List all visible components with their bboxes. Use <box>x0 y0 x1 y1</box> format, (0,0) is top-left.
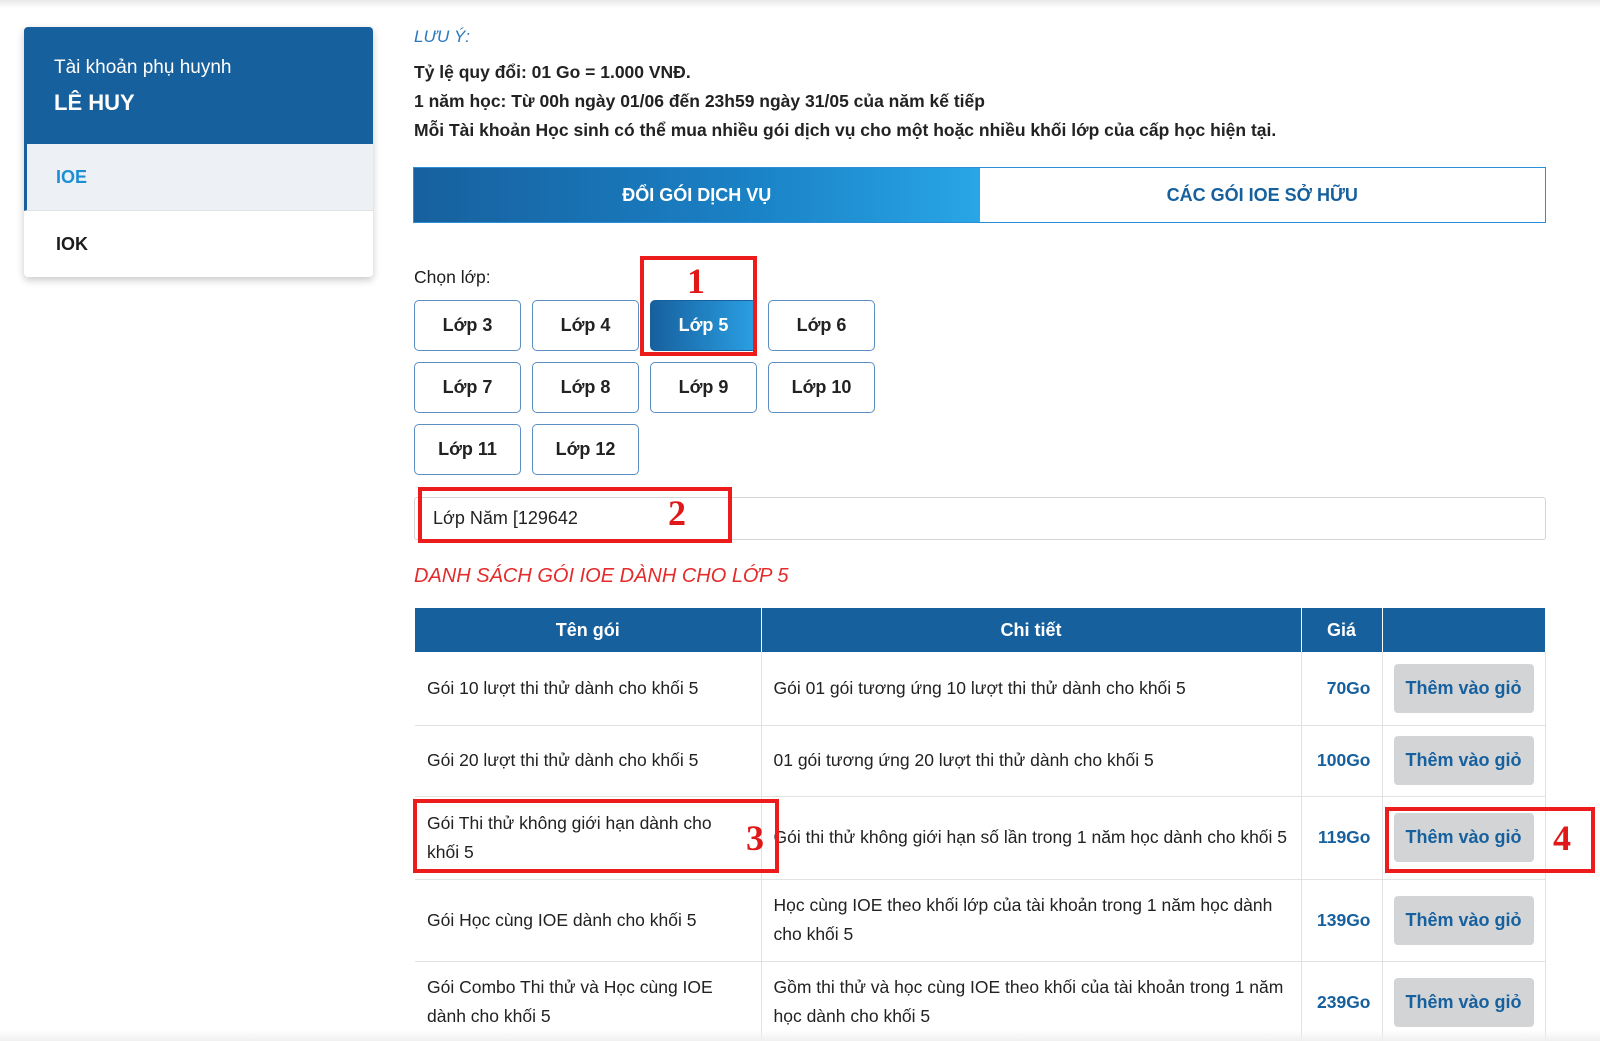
package-name: Gói 10 lượt thi thử dành cho khối 5 <box>415 652 762 726</box>
note-school-year: 1 năm học: Từ 00h ngày 01/06 đến 23h59 n… <box>414 91 985 111</box>
service-tabs: ĐỔI GÓI DỊCH VỤ CÁC GÓI IOE SỞ HỮU <box>413 167 1546 223</box>
grade-button-3[interactable]: Lớp 3 <box>414 300 521 351</box>
bottom-fade <box>0 1030 1600 1041</box>
header-price: Giá <box>1301 608 1383 652</box>
grade-button-9[interactable]: Lớp 9 <box>650 362 757 413</box>
account-type-label: Tài khoản phụ huynh <box>54 57 232 78</box>
annotation-box-3 <box>413 799 779 873</box>
add-to-cart-button[interactable]: Thêm vào giỏ <box>1393 663 1534 713</box>
package-name: Gói Combo Thi thử và Học cùng IOE dành c… <box>415 961 762 1041</box>
header-action <box>1382 608 1546 652</box>
package-detail: Gói 01 gói tương ứng 10 lượt thi thử dàn… <box>761 652 1302 726</box>
grade-button-10[interactable]: Lớp 10 <box>768 362 875 413</box>
package-action-cell: Thêm vào giỏ <box>1382 879 1546 962</box>
tab-owned-packages[interactable]: CÁC GÓI IOE SỞ HỮU <box>979 168 1545 222</box>
tab-change-service[interactable]: ĐỔI GÓI DỊCH VỤ <box>414 168 980 222</box>
table-row: Gói 10 lượt thi thử dành cho khối 5 Gói … <box>415 652 1546 726</box>
package-price: 239Go <box>1301 961 1383 1041</box>
package-name: Gói 20 lượt thi thử dành cho khối 5 <box>415 725 762 797</box>
package-name: Gói Học cùng IOE dành cho khối 5 <box>415 879 762 962</box>
table-row: Gói 20 lượt thi thử dành cho khối 5 01 g… <box>415 725 1546 797</box>
package-price: 119Go <box>1301 796 1383 880</box>
account-header: Tài khoản phụ huynh LÊ HUY <box>24 27 373 144</box>
grade-button-12[interactable]: Lớp 12 <box>532 424 639 475</box>
package-detail: Học cùng IOE theo khối lớp của tài khoản… <box>761 879 1302 962</box>
sidebar-item-ioe[interactable]: IOE <box>24 144 373 211</box>
annotation-number-1: 1 <box>687 261 705 301</box>
sidebar-item-iok[interactable]: IOK <box>24 211 373 277</box>
package-action-cell: Thêm vào giỏ <box>1382 961 1546 1041</box>
grade-button-7[interactable]: Lớp 7 <box>414 362 521 413</box>
package-detail: Gồm thi thử và học cùng IOE theo khối củ… <box>761 961 1302 1041</box>
annotation-number-3: 3 <box>746 818 764 858</box>
grade-button-11[interactable]: Lớp 11 <box>414 424 521 475</box>
add-to-cart-button[interactable]: Thêm vào giỏ <box>1393 736 1534 785</box>
grade-button-6[interactable]: Lớp 6 <box>768 300 875 351</box>
package-detail: 01 gói tương ứng 20 lượt thi thử dành ch… <box>761 725 1302 797</box>
account-name: LÊ HUY <box>54 90 135 115</box>
annotation-number-4: 4 <box>1553 818 1571 858</box>
add-to-cart-button[interactable]: Thêm vào giỏ <box>1393 977 1534 1027</box>
grade-button-4[interactable]: Lớp 4 <box>532 300 639 351</box>
grade-button-8[interactable]: Lớp 8 <box>532 362 639 413</box>
package-price: 139Go <box>1301 879 1383 962</box>
package-price: 100Go <box>1301 725 1383 797</box>
note-exchange-rate: Tỷ lệ quy đổi: 01 Go = 1.000 VNĐ. <box>414 62 691 82</box>
header-package-name: Tên gói <box>415 608 762 652</box>
package-action-cell: Thêm vào giỏ <box>1382 725 1546 797</box>
package-list-title: DANH SÁCH GÓI IOE DÀNH CHO LỚP 5 <box>414 565 789 587</box>
add-to-cart-button[interactable]: Thêm vào giỏ <box>1393 895 1534 945</box>
package-action-cell: Thêm vào giỏ <box>1382 652 1546 726</box>
package-detail: Gói thi thử không giới hạn số lần trong … <box>761 796 1302 880</box>
top-shadow <box>0 0 1600 8</box>
notes-title: LƯU Ý: <box>414 27 471 46</box>
table-header-row: Tên gói Chi tiết Giá <box>415 608 1546 652</box>
table-row: Gói Combo Thi thử và Học cùng IOE dành c… <box>415 961 1546 1041</box>
annotation-number-2: 2 <box>668 493 686 533</box>
package-price: 70Go <box>1301 652 1383 726</box>
table-row: Gói Học cùng IOE dành cho khối 5 Học cùn… <box>415 879 1546 962</box>
header-detail: Chi tiết <box>761 608 1302 652</box>
account-sidebar: Tài khoản phụ huynh LÊ HUY IOE IOK <box>24 27 373 277</box>
note-multiple-packages: Mỗi Tài khoản Học sinh có thể mua nhiều … <box>414 120 1277 140</box>
grade-picker-label: Chọn lớp: <box>414 267 491 287</box>
